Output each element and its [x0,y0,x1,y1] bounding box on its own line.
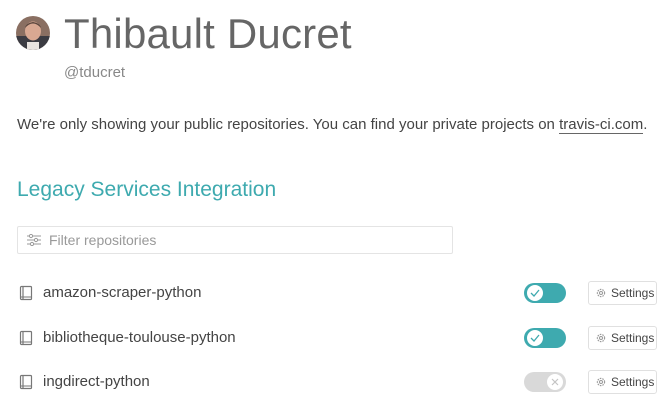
avatar [16,16,50,50]
list-item: ingdirect-python Settings [0,367,669,397]
repository-name[interactable]: ingdirect-python [43,373,150,390]
repository-activation-toggle[interactable] [524,283,566,303]
filter-repositories-box[interactable] [17,226,453,254]
section-title: Legacy Services Integration [17,178,277,201]
settings-button-label: Settings [611,331,655,345]
list-item: amazon-scraper-python Settings [0,278,669,308]
notice-suffix: . [643,116,648,133]
repository-book-icon [19,285,33,301]
settings-button[interactable]: Settings [588,326,657,350]
filter-repositories-input[interactable] [49,232,429,248]
list-item: bibliotheque-toulouse-python Settings [0,323,669,353]
public-repos-notice: We're only showing your public repositor… [17,116,648,134]
gear-icon [595,376,607,388]
notice-text: We're only showing your public repositor… [17,116,560,133]
settings-button[interactable]: Settings [588,370,657,394]
profile-name: Thibault Ducret [64,10,352,57]
checkmark-icon [526,284,544,302]
gear-icon [595,287,607,299]
profile-handle: @tducret [64,64,126,81]
repository-name[interactable]: bibliotheque-toulouse-python [43,329,236,346]
checkmark-icon [526,329,544,347]
settings-button-label: Settings [611,286,655,300]
gear-icon [595,332,607,344]
travis-ci-com-link[interactable]: travis-ci.com [559,116,644,134]
repository-name[interactable]: amazon-scraper-python [43,284,201,301]
settings-button[interactable]: Settings [588,281,657,305]
sliders-icon [26,232,42,248]
repository-book-icon [19,330,33,346]
repository-activation-toggle[interactable] [524,328,566,348]
repository-book-icon [19,374,33,390]
cross-icon [546,373,564,391]
settings-button-label: Settings [611,375,655,389]
repository-activation-toggle[interactable] [524,372,566,392]
